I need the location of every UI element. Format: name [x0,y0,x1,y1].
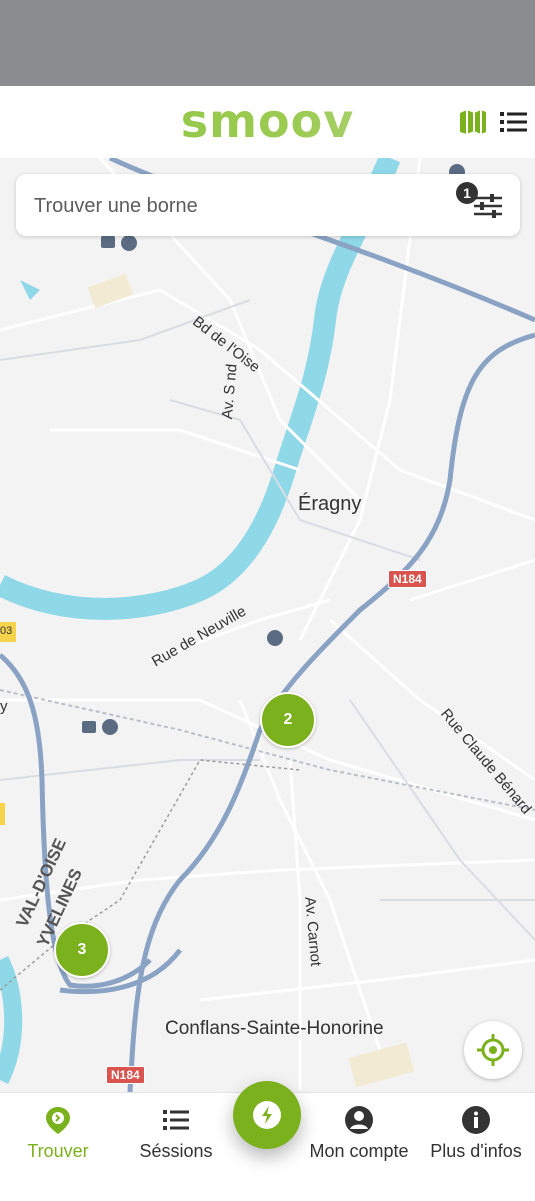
list-icon [163,1110,189,1130]
city-label-conflans: Conflans-Sainte-Honorine [165,1018,384,1039]
city-label-eragny: Éragny [298,493,362,515]
search-input[interactable] [32,174,436,238]
map-icon[interactable] [458,108,488,136]
nav-label-account: Mon compte [309,1141,409,1161]
list-icon[interactable] [499,108,529,136]
nav-item-account[interactable]: Mon compte [304,1105,414,1162]
station-cluster[interactable]: 2 [260,692,316,748]
map[interactable]: Éragny Conflans-Sainte-Honorine Bd de l'… [0,158,535,1092]
charge-button[interactable] [233,1081,301,1149]
map-label-edge-03: 03 [0,625,13,637]
filter-count-badge: 1 [456,182,478,204]
status-bar [0,0,535,86]
map-label-edge: y [0,698,8,715]
search-box: 1 [16,174,520,238]
info-icon [462,1106,490,1134]
locate-icon [477,1034,509,1066]
nav-label-info: Plus d'infos [430,1141,522,1161]
logo: smoov [0,94,535,148]
bolt-icon [253,1101,281,1129]
nav-item-trouver[interactable]: Trouver [18,1105,98,1162]
nav-item-info[interactable]: Plus d'infos [424,1105,528,1162]
nav-label-sessions: Séssions [139,1141,213,1161]
app-header: smoov [0,86,535,158]
locate-button[interactable] [464,1021,522,1079]
road-shield-n184-south: N184 [106,1066,145,1084]
nav-item-sessions[interactable]: Séssions [132,1105,220,1162]
road-shield-n184: N184 [388,570,427,588]
nav-label-trouver: Trouver [27,1141,89,1161]
account-icon [345,1106,373,1134]
find-icon [46,1107,70,1134]
station-cluster[interactable]: 3 [54,922,110,978]
